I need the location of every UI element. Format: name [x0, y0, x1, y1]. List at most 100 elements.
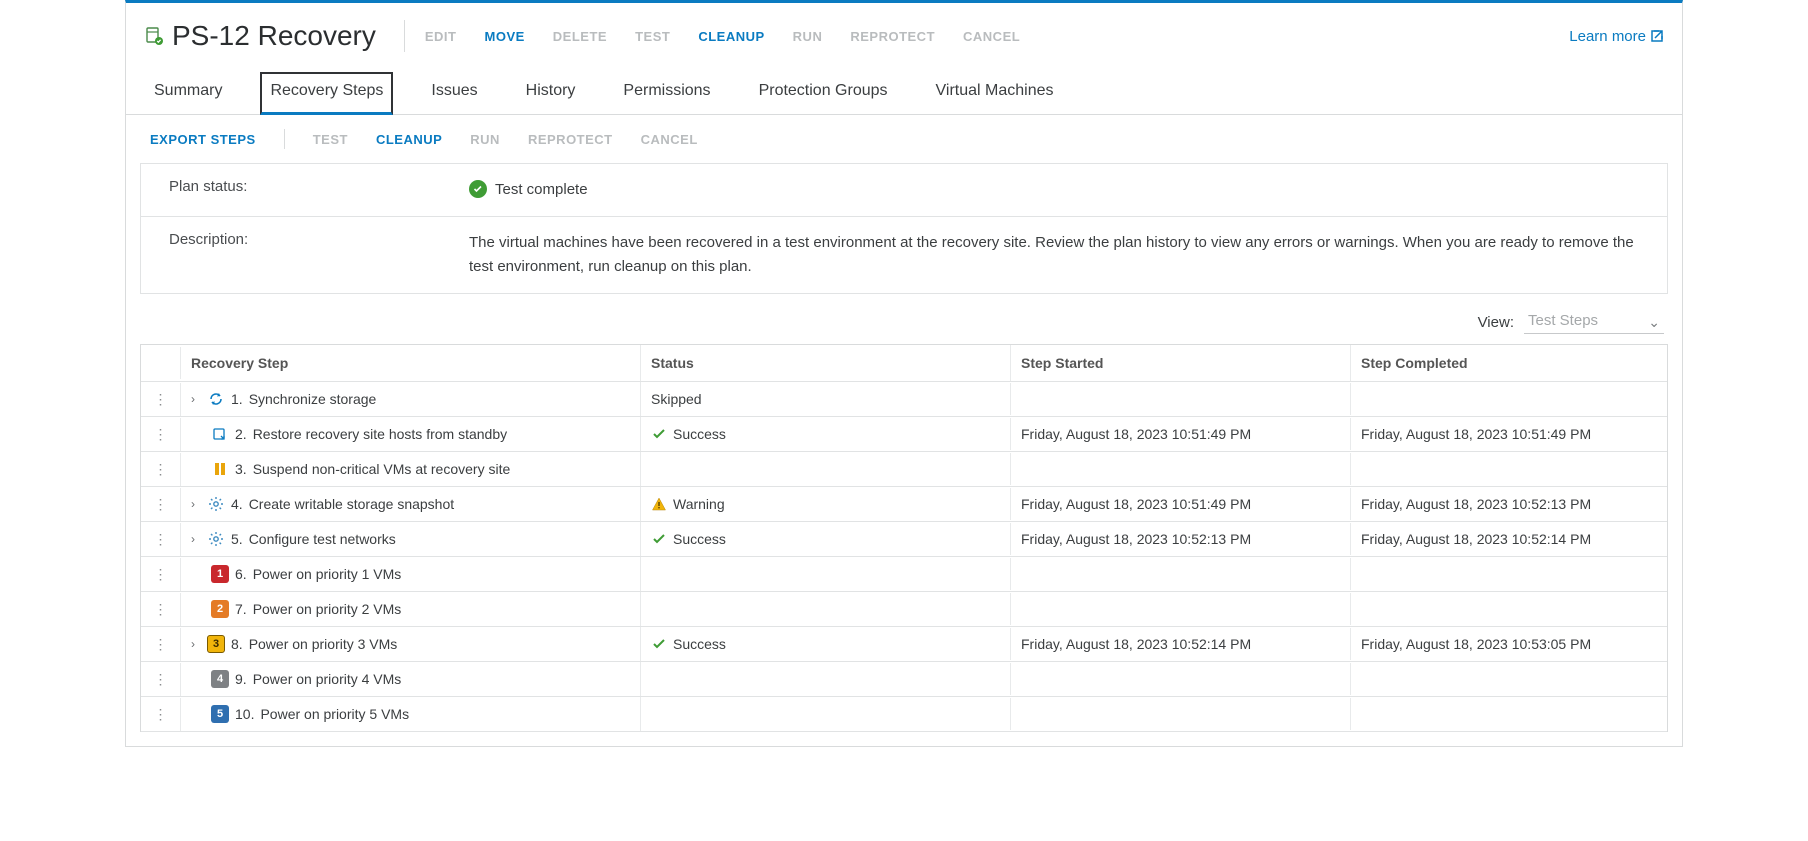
export-steps-action[interactable]: EXPORT STEPS: [150, 132, 256, 147]
row-menu[interactable]: ⋮: [141, 593, 181, 626]
step-num: 5.: [231, 531, 243, 547]
tab-summary[interactable]: Summary: [144, 72, 232, 115]
table-row: ⋮ › 3 8. Power on priority 3 VMs Success…: [141, 627, 1667, 662]
step-num: 3.: [235, 461, 247, 477]
row-menu[interactable]: ⋮: [141, 558, 181, 591]
row-menu[interactable]: ⋮: [141, 523, 181, 556]
step-name: Create writable storage snapshot: [249, 496, 454, 512]
step-num: 8.: [231, 636, 243, 652]
tabs: Summary Recovery Steps Issues History Pe…: [126, 61, 1682, 115]
move-action[interactable]: MOVE: [485, 29, 525, 44]
page-title: PS-12 Recovery: [172, 20, 376, 52]
plan-status-value: Test complete: [495, 178, 588, 202]
sub-actions: EXPORT STEPS TEST CLEANUP RUN REPROTECT …: [126, 115, 1682, 163]
priority-4-icon: 4: [211, 670, 229, 688]
chevron-right-icon[interactable]: ›: [191, 637, 201, 651]
page-header: PS-12 Recovery EDIT MOVE DELETE TEST CLE…: [126, 3, 1682, 61]
step-name: Power on priority 4 VMs: [253, 671, 402, 687]
table-row: ⋮ 5 10. Power on priority 5 VMs: [141, 697, 1667, 732]
step-num: 6.: [235, 566, 247, 582]
sub-run-action: RUN: [470, 132, 500, 147]
col-status[interactable]: Status: [641, 345, 1011, 381]
view-select[interactable]: Test Steps: [1524, 310, 1664, 334]
step-completed: Friday, August 18, 2023 10:52:13 PM: [1361, 496, 1591, 512]
step-completed: Friday, August 18, 2023 10:53:05 PM: [1361, 636, 1591, 652]
chevron-right-icon[interactable]: ›: [191, 532, 201, 546]
row-menu[interactable]: ⋮: [141, 418, 181, 451]
gear-icon: [207, 530, 225, 548]
priority-2-icon: 2: [211, 600, 229, 618]
table-row: ⋮ › 1. Synchronize storage Skipped: [141, 382, 1667, 417]
step-started: Friday, August 18, 2023 10:51:49 PM: [1021, 426, 1251, 442]
host-icon: [211, 425, 229, 443]
status-text: Success: [673, 636, 726, 652]
step-name: Power on priority 5 VMs: [260, 706, 409, 722]
col-step-started[interactable]: Step Started: [1011, 345, 1351, 381]
step-started: Friday, August 18, 2023 10:51:49 PM: [1021, 496, 1251, 512]
tab-virtual-machines[interactable]: Virtual Machines: [926, 72, 1064, 115]
view-label: View:: [1478, 314, 1514, 331]
learn-more-label: Learn more: [1569, 28, 1646, 45]
top-actions: EDIT MOVE DELETE TEST CLEANUP RUN REPROT…: [425, 29, 1020, 44]
col-recovery-step[interactable]: Recovery Step: [181, 345, 641, 381]
status-text: Warning: [673, 496, 725, 512]
status-text: Success: [673, 426, 726, 442]
recovery-steps-table: Recovery Step Status Step Started Step C…: [140, 344, 1668, 732]
chevron-right-icon[interactable]: ›: [191, 392, 201, 406]
table-row: ⋮ 1 6. Power on priority 1 VMs: [141, 557, 1667, 592]
step-num: 9.: [235, 671, 247, 687]
divider: [284, 129, 285, 149]
tab-issues[interactable]: Issues: [421, 72, 487, 115]
step-name: Suspend non-critical VMs at recovery sit…: [253, 461, 511, 477]
success-icon: [651, 636, 667, 652]
check-circle-icon: [469, 180, 487, 198]
table-row: ⋮ 3. Suspend non-critical VMs at recover…: [141, 452, 1667, 487]
status-text: Skipped: [651, 391, 702, 407]
col-step-completed[interactable]: Step Completed: [1351, 345, 1667, 381]
chevron-right-icon[interactable]: ›: [191, 497, 201, 511]
step-name: Power on priority 1 VMs: [253, 566, 402, 582]
sub-cleanup-action[interactable]: CLEANUP: [376, 132, 442, 147]
table-row: ⋮ 4 9. Power on priority 4 VMs: [141, 662, 1667, 697]
table-row: ⋮ 2 7. Power on priority 2 VMs: [141, 592, 1667, 627]
gear-icon: [207, 495, 225, 513]
step-started: Friday, August 18, 2023 10:52:14 PM: [1021, 636, 1251, 652]
step-num: 10.: [235, 706, 254, 722]
tab-permissions[interactable]: Permissions: [613, 72, 720, 115]
step-completed: Friday, August 18, 2023 10:52:14 PM: [1361, 531, 1591, 547]
view-row: View: Test Steps ⌄: [126, 294, 1682, 344]
step-name: Synchronize storage: [249, 391, 377, 407]
sync-icon: [207, 390, 225, 408]
learn-more-link[interactable]: Learn more: [1569, 28, 1664, 45]
status-text: Success: [673, 531, 726, 547]
step-completed: Friday, August 18, 2023 10:51:49 PM: [1361, 426, 1591, 442]
table-row: ⋮ › 5. Configure test networks Success F…: [141, 522, 1667, 557]
tab-recovery-steps[interactable]: Recovery Steps: [260, 72, 393, 115]
row-menu[interactable]: ⋮: [141, 628, 181, 661]
row-menu[interactable]: ⋮: [141, 453, 181, 486]
tab-history[interactable]: History: [516, 72, 586, 115]
step-name: Power on priority 3 VMs: [249, 636, 398, 652]
table-header: Recovery Step Status Step Started Step C…: [141, 345, 1667, 382]
pause-icon: [211, 460, 229, 478]
row-menu[interactable]: ⋮: [141, 663, 181, 696]
test-action: TEST: [635, 29, 670, 44]
row-menu[interactable]: ⋮: [141, 698, 181, 731]
row-menu[interactable]: ⋮: [141, 383, 181, 416]
step-name: Configure test networks: [249, 531, 396, 547]
row-menu[interactable]: ⋮: [141, 488, 181, 521]
run-action: RUN: [793, 29, 823, 44]
step-name: Restore recovery site hosts from standby: [253, 426, 507, 442]
table-row: ⋮ › 4. Create writable storage snapshot …: [141, 487, 1667, 522]
sub-reprotect-action: REPROTECT: [528, 132, 613, 147]
success-icon: [651, 426, 667, 442]
edit-action: EDIT: [425, 29, 457, 44]
step-name: Power on priority 2 VMs: [253, 601, 402, 617]
warning-icon: [651, 496, 667, 512]
delete-action: DELETE: [553, 29, 607, 44]
divider: [404, 20, 405, 52]
table-row: ⋮ 2. Restore recovery site hosts from st…: [141, 417, 1667, 452]
cleanup-action[interactable]: CLEANUP: [698, 29, 764, 44]
description-label: Description:: [169, 231, 469, 279]
tab-protection-groups[interactable]: Protection Groups: [749, 72, 898, 115]
